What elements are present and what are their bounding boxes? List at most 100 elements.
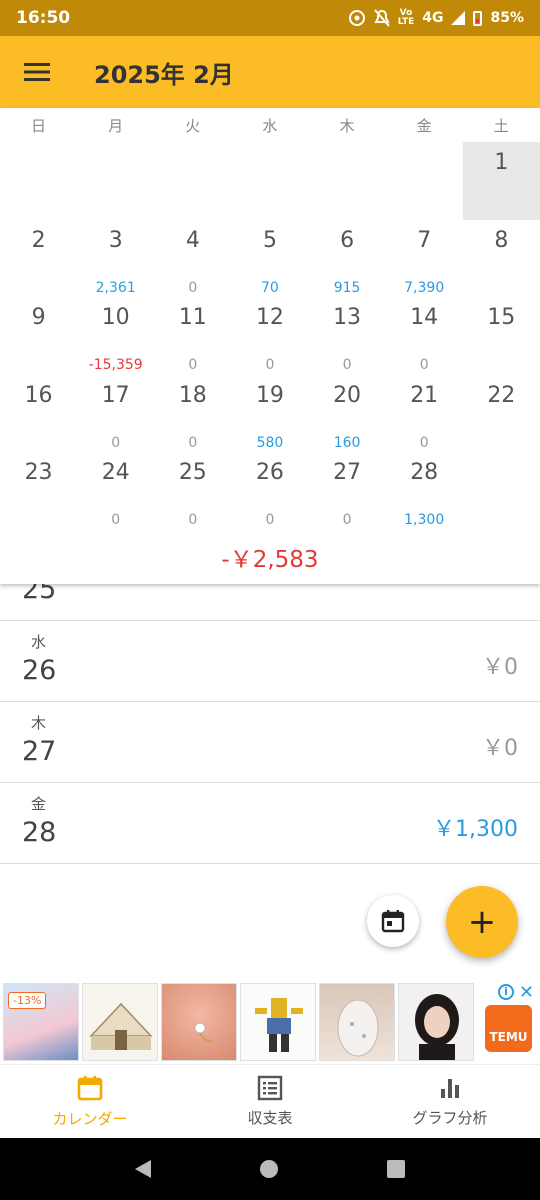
calendar-day-number: 13 xyxy=(333,305,362,330)
app-root: 16:50 Vo LTE 4G 85% 2025年 2月 日 月 火 水 木 金 … xyxy=(0,0,540,1200)
calendar-day-number: 25 xyxy=(178,460,207,485)
ad-close-icon[interactable]: ✕ xyxy=(519,982,534,1003)
weekday-header: 日 月 火 水 木 金 土 xyxy=(0,108,540,142)
calendar-day[interactable]: 26 0 xyxy=(231,452,308,530)
calendar-icon xyxy=(381,910,405,933)
calendar-day-amount: 1,300 xyxy=(404,512,445,528)
calendar-day-number: 14 xyxy=(410,305,439,330)
nav-item-graph[interactable]: グラフ分析 xyxy=(360,1065,540,1138)
calendar-day[interactable]: 3 2,361 xyxy=(77,220,154,298)
calendar-day-number: 12 xyxy=(255,305,284,330)
calendar-week: 9 10 -15,359 11 0 12 0 13 0 14 0 15 xyxy=(0,297,540,375)
back-button[interactable] xyxy=(134,1160,151,1178)
calendar-day-number: 9 xyxy=(31,305,46,330)
calendar-week: 1 xyxy=(0,142,540,220)
calendar-day[interactable]: 24 0 xyxy=(77,452,154,530)
app-bar: 2025年 2月 xyxy=(0,36,540,108)
recents-button[interactable] xyxy=(387,1160,406,1178)
calendar-day-number: 20 xyxy=(333,382,362,408)
calendar-day-number: 5 xyxy=(262,227,277,253)
calendar-day[interactable]: 11 0 xyxy=(154,297,231,375)
battery-level: 85% xyxy=(490,10,524,26)
calendar-day-amount: 0 xyxy=(265,357,275,373)
nav-item-ledger[interactable]: 収支表 xyxy=(180,1065,360,1138)
calendar-day-number: 3 xyxy=(108,227,123,253)
calendar-day-number: 2 xyxy=(31,227,46,253)
ad-brand-logo[interactable]: TEMU xyxy=(485,1005,532,1052)
list-item-day: 26 xyxy=(22,655,57,686)
calendar-day-amount: 0 xyxy=(265,512,275,528)
calendar-day[interactable]: 28 1,300 xyxy=(386,452,463,530)
calendar-day[interactable]: 18 0 xyxy=(154,375,231,453)
ad-product-image[interactable] xyxy=(82,983,158,1061)
calendar-day-number: 21 xyxy=(410,382,439,408)
calendar-day[interactable]: 5 70 xyxy=(231,220,308,298)
calendar-day[interactable]: 27 0 xyxy=(309,452,386,530)
calendar-day[interactable]: 21 0 xyxy=(386,375,463,453)
status-icons: Vo LTE 4G 85% xyxy=(348,9,524,27)
home-button[interactable] xyxy=(259,1160,278,1178)
calendar-day[interactable]: 7 7,390 xyxy=(386,220,463,298)
list-item[interactable]: 水 26 ￥0 xyxy=(0,621,540,702)
list-item[interactable]: 木 27 ￥0 xyxy=(0,702,540,783)
calendar-day-number: 8 xyxy=(494,227,509,253)
menu-button[interactable] xyxy=(0,36,74,108)
ad-product-image[interactable]: -13% xyxy=(3,983,79,1061)
calendar-day xyxy=(463,452,540,530)
plus-icon: + xyxy=(467,902,497,942)
add-entry-button[interactable]: + xyxy=(446,886,518,958)
list-item-amount: ￥0 xyxy=(482,736,518,761)
ad-discount-badge: -13% xyxy=(8,992,47,1009)
calendar-day[interactable]: 9 xyxy=(0,297,77,375)
hamburger-icon xyxy=(24,63,50,81)
calendar-day[interactable]: 13 0 xyxy=(309,297,386,375)
ad-product-image[interactable] xyxy=(240,983,316,1061)
ad-banner[interactable]: -13% xyxy=(0,980,540,1064)
ad-info-icon[interactable]: i xyxy=(498,984,514,1000)
calendar-day[interactable]: 8 xyxy=(463,220,540,298)
list-item[interactable]: 金 28 ￥1,300 xyxy=(0,783,540,864)
calendar-day-amount: 915 xyxy=(333,279,361,296)
calendar-day[interactable]: 25 0 xyxy=(154,452,231,530)
calendar-day-amount: 7,390 xyxy=(404,279,445,296)
calendar-day[interactable]: 20 160 xyxy=(309,375,386,453)
calendar-day xyxy=(231,142,308,220)
calendar-day-number: 26 xyxy=(255,460,284,485)
calendar-day[interactable]: 17 0 xyxy=(77,375,154,453)
calendar-day[interactable]: 16 xyxy=(0,375,77,453)
calendar-day[interactable]: 14 0 xyxy=(386,297,463,375)
calendar-day[interactable]: 2 xyxy=(0,220,77,298)
calendar-day-amount: 0 xyxy=(188,434,198,451)
calendar-day[interactable]: 10 -15,359 xyxy=(77,297,154,375)
calendar-day[interactable]: 1 xyxy=(462,142,540,220)
calendar-day-number: 27 xyxy=(333,460,362,485)
calendar-icon xyxy=(77,1076,103,1101)
calendar-day-amount: 70 xyxy=(261,279,279,296)
calendar-day-amount: 160 xyxy=(333,434,361,451)
nav-item-calendar[interactable]: カレンダー xyxy=(0,1065,180,1138)
calendar-day[interactable]: 19 580 xyxy=(231,375,308,453)
calendar-day[interactable]: 15 xyxy=(463,297,540,375)
nav-label-calendar: カレンダー xyxy=(52,1110,128,1128)
calendar-day-number: 6 xyxy=(340,227,355,253)
ad-product-image[interactable] xyxy=(398,983,474,1061)
calendar-day-number: 15 xyxy=(487,305,516,330)
weekday-fri: 金 xyxy=(416,116,432,135)
month-total: -￥2,583 xyxy=(221,547,319,573)
ad-product-image[interactable] xyxy=(319,983,395,1061)
calendar-day-amount: 0 xyxy=(111,512,121,528)
calendar-day[interactable]: 22 xyxy=(463,375,540,453)
jump-to-date-button[interactable] xyxy=(367,895,419,947)
calendar-day-number: 16 xyxy=(24,382,53,408)
battery-icon xyxy=(473,10,483,26)
calendar-week: 16 17 0 18 0 19 580 20 160 21 0 22 xyxy=(0,375,540,453)
list-item-day: 27 xyxy=(22,736,57,767)
calendar-day xyxy=(0,142,77,220)
bar-chart-icon xyxy=(441,1079,459,1098)
calendar-day[interactable]: 6 915 xyxy=(309,220,386,298)
calendar-day[interactable]: 40 xyxy=(154,220,231,298)
calendar-day[interactable]: 12 0 xyxy=(231,297,308,375)
ad-product-image[interactable] xyxy=(161,983,237,1061)
calendar-day[interactable]: 23 xyxy=(0,452,77,530)
mute-icon xyxy=(373,9,390,27)
